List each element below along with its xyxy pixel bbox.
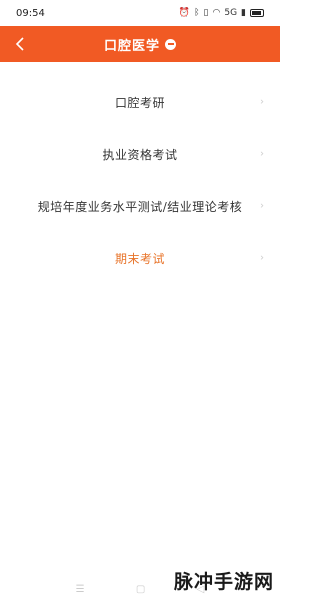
battery-icon <box>250 9 264 17</box>
chevron-right-icon: › <box>260 96 264 108</box>
wifi-icon: ◠ <box>212 7 221 18</box>
status-bar: 09:54 ⏰ ᛒ ▯ ◠ 5G ▮ <box>0 0 280 26</box>
signal-icon: ▮ <box>241 7 246 18</box>
more-options-icon[interactable] <box>165 38 176 50</box>
vibrate-icon: ▯ <box>203 7 209 18</box>
home-icon[interactable]: ▢ <box>136 584 145 595</box>
list-item-kaoyan[interactable]: 口腔考研 › <box>0 76 280 128</box>
list-item-label: 口腔考研 <box>114 95 165 110</box>
header-bar: 口腔医学 <box>0 26 280 62</box>
list-item-label: 期末考试 <box>114 251 165 266</box>
menu-icon[interactable]: ☰ <box>76 584 85 595</box>
list-item-label: 执业资格考试 <box>102 147 178 162</box>
list-item-label: 规培年度业务水平测试/结业理论考核 <box>37 199 243 214</box>
list-item-license-exam[interactable]: 执业资格考试 › <box>0 128 280 180</box>
chevron-right-icon: › <box>260 252 264 264</box>
list-item-final-exam[interactable]: 期末考试 › <box>0 232 280 284</box>
chevron-right-icon: › <box>260 200 264 212</box>
back-button[interactable] <box>8 32 32 56</box>
network-label: 5G <box>224 7 238 18</box>
bluetooth-icon: ᛒ <box>194 7 200 18</box>
status-icons: ⏰ ᛒ ▯ ◠ 5G ▮ <box>178 7 264 18</box>
status-time: 09:54 <box>16 7 45 19</box>
watermark: 脉冲手游网 <box>173 571 274 593</box>
title-wrap: 口腔医学 <box>104 35 176 54</box>
alarm-icon: ⏰ <box>178 7 191 18</box>
chevron-left-icon <box>15 37 24 51</box>
app-screen: 09:54 ⏰ ᛒ ▯ ◠ 5G ▮ 口腔医学 口腔考研 › 执业资格考试 › … <box>0 0 280 600</box>
list-item-residency-test[interactable]: 规培年度业务水平测试/结业理论考核 › <box>0 180 280 232</box>
exam-category-list: 口腔考研 › 执业资格考试 › 规培年度业务水平测试/结业理论考核 › 期末考试… <box>0 76 280 284</box>
chevron-right-icon: › <box>260 148 264 160</box>
page-title: 口腔医学 <box>103 38 160 54</box>
